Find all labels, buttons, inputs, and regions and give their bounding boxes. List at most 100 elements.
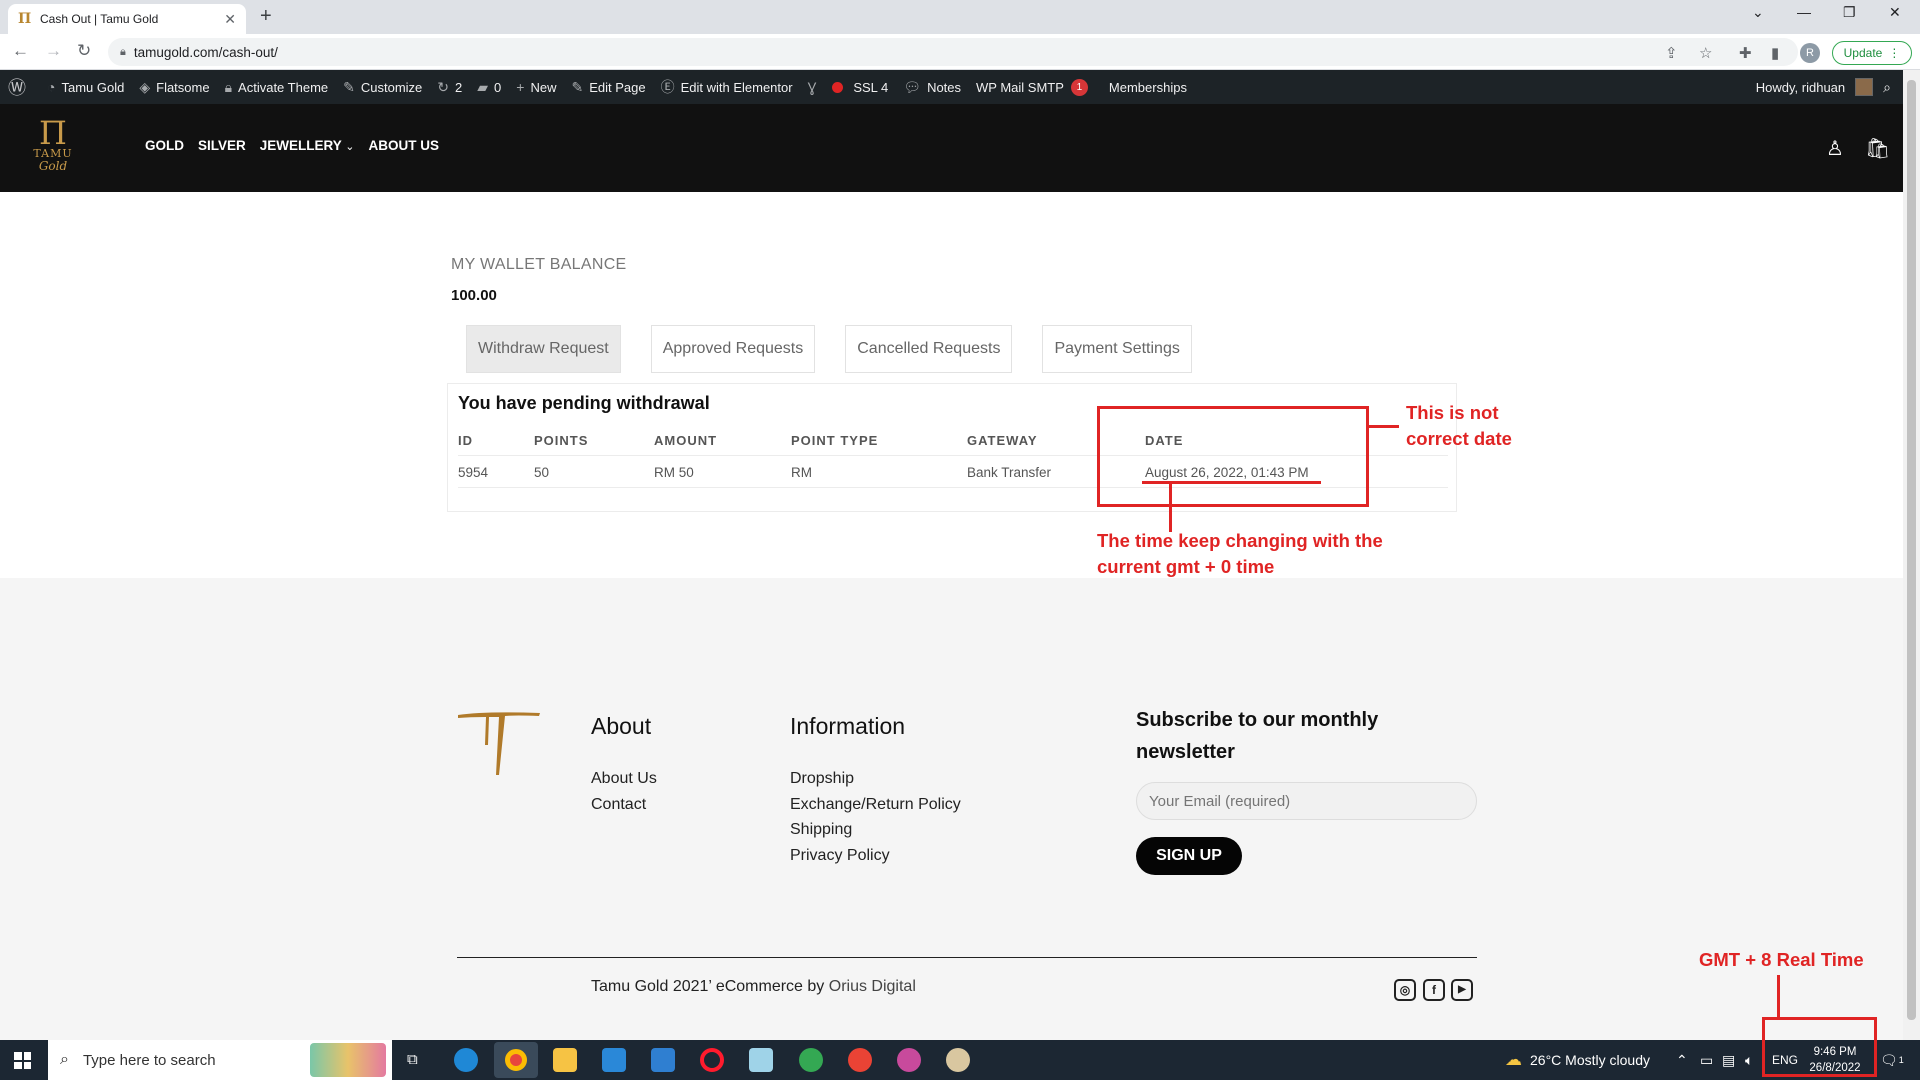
nav-silver[interactable]: SILVER xyxy=(198,138,246,153)
admin-item-label: Activate Theme xyxy=(238,79,329,95)
window-close-icon[interactable]: ✕ xyxy=(1889,4,1901,21)
search-icon[interactable]: ⌕ xyxy=(1883,79,1891,96)
chrome-profile-icon[interactable] xyxy=(897,1048,921,1072)
browser-tab-strip: Π Cash Out | Tamu Gold ✕ + ⌄ — ❐ ✕ xyxy=(0,0,1920,34)
facebook-icon[interactable]: f xyxy=(1423,979,1445,1001)
plus-icon: + xyxy=(516,79,525,95)
restore-icon[interactable]: ❐ xyxy=(1843,4,1856,21)
nav-jewellery[interactable]: JEWELLERY ⌄ xyxy=(260,138,355,153)
lock-icon: 🔒︎ xyxy=(120,45,126,58)
new-tab-icon[interactable]: + xyxy=(260,5,272,28)
account-icon[interactable]: ♙ xyxy=(1826,136,1844,161)
page-scrollbar[interactable] xyxy=(1903,70,1920,1040)
tray-chevron-icon[interactable]: ⌃ xyxy=(1676,1040,1688,1080)
nav-gold[interactable]: GOLD xyxy=(145,138,184,153)
notepad-icon[interactable] xyxy=(749,1048,773,1072)
col-amount: AMOUNT xyxy=(654,433,718,448)
col-id: ID xyxy=(458,433,473,448)
admin-item-yoast[interactable]: Ɣ xyxy=(808,79,854,95)
paint-icon[interactable] xyxy=(946,1048,970,1072)
notification-count: 1 xyxy=(1898,1055,1904,1065)
chrome-profile-icon[interactable] xyxy=(848,1048,872,1072)
address-bar[interactable]: 🔒︎ tamugold.com/cash-out/ xyxy=(108,38,1798,66)
nav-about-us[interactable]: ABOUT US xyxy=(369,138,440,153)
tab-approved-requests[interactable]: Approved Requests xyxy=(650,325,816,373)
side-panel-icon[interactable]: ▮ xyxy=(1771,44,1779,62)
update-button[interactable]: Update ⋮ xyxy=(1832,41,1912,65)
admin-account-menu[interactable]: Howdy, ridhuan ⌕ xyxy=(1756,70,1891,104)
footer-link-exchange-return[interactable]: Exchange/Return Policy xyxy=(790,796,961,814)
cart-icon[interactable]: 🛍︎ xyxy=(1865,136,1890,161)
tab-cancelled-requests[interactable]: Cancelled Requests xyxy=(845,325,1013,373)
admin-item-label: SSL 4 xyxy=(853,79,889,95)
task-view-icon[interactable]: ⧉ xyxy=(407,1051,418,1068)
orius-digital-link[interactable]: Orius Digital xyxy=(829,978,916,995)
annotation-not-correct: This is not correct date xyxy=(1406,402,1512,449)
admin-item-new[interactable]: + New xyxy=(516,79,556,95)
windows-start-icon[interactable] xyxy=(14,1052,31,1069)
tab-search-chevron-icon[interactable]: ⌄ xyxy=(1752,4,1764,21)
browser-tab[interactable]: Π Cash Out | Tamu Gold ✕ xyxy=(8,4,246,34)
comment-icon: ▰ xyxy=(477,78,489,95)
tab-payment-settings[interactable]: Payment Settings xyxy=(1042,325,1192,373)
microsoft-store-icon[interactable] xyxy=(602,1048,626,1072)
sign-up-button[interactable]: SIGN UP xyxy=(1136,837,1242,875)
forward-icon[interactable]: → xyxy=(45,41,62,61)
footer-link-shipping[interactable]: Shipping xyxy=(790,821,852,839)
footer-link-about-us[interactable]: About Us xyxy=(591,770,657,788)
close-tab-icon[interactable]: ✕ xyxy=(224,11,236,28)
notification-badge: 1 xyxy=(1070,78,1088,96)
footer-link-contact[interactable]: Contact xyxy=(591,796,646,814)
admin-item-notes[interactable]: 💬︎ Notes xyxy=(903,79,961,96)
notes-icon: 💬︎ xyxy=(903,78,922,95)
footer-link-dropship[interactable]: Dropship xyxy=(790,770,854,788)
update-label: Update xyxy=(1843,46,1883,60)
browser-toolbar: ← → ↻ 🔒︎ tamugold.com/cash-out/ ⇪ ☆ ✚ ▮ … xyxy=(0,34,1920,70)
admin-item-updates[interactable]: ↻ 2 xyxy=(437,79,462,96)
taskbar-search[interactable]: ⌕ Type here to search xyxy=(48,1040,392,1080)
admin-item-memberships[interactable]: Memberships xyxy=(1109,80,1187,95)
weather-widget[interactable]: ☁ 26°C Mostly cloudy xyxy=(1505,1040,1650,1080)
share-icon[interactable]: ⇪ xyxy=(1665,44,1678,62)
meet-now-icon[interactable]: ▭ xyxy=(1700,1040,1713,1080)
tamu-logo-mark-icon: Π xyxy=(39,114,67,152)
edge-icon[interactable] xyxy=(454,1048,478,1072)
instagram-icon[interactable]: ◎ xyxy=(1394,979,1416,1001)
admin-item-activate-theme[interactable]: 🔒︎ Activate Theme xyxy=(225,79,329,96)
mail-icon[interactable] xyxy=(651,1048,675,1072)
reload-icon[interactable]: ↻ xyxy=(77,41,91,61)
site-logo[interactable]: Π TAMU Gold xyxy=(28,114,78,180)
newsletter-email-input[interactable] xyxy=(1136,782,1477,820)
youtube-icon[interactable]: ▶ xyxy=(1451,979,1473,1001)
notification-center-icon[interactable]: 🗨︎ 1 xyxy=(1880,1040,1904,1080)
pencil-icon: ✎ xyxy=(571,78,584,95)
col-gateway: GATEWAY xyxy=(967,433,1038,448)
main-nav: GOLD SILVER JEWELLERY ⌄ ABOUT US xyxy=(145,138,439,153)
admin-item-edit-page[interactable]: ✎ Edit Page xyxy=(571,79,645,96)
bookmark-star-icon[interactable]: ☆ xyxy=(1699,44,1712,62)
admin-item-wp-mail-smtp[interactable]: WP Mail SMTP 1 xyxy=(976,78,1088,96)
admin-item-elementor[interactable]: Ⓔ Edit with Elementor xyxy=(661,77,793,97)
admin-item-site[interactable]: ◔ Tamu Gold xyxy=(47,79,124,95)
footer-link-privacy-policy[interactable]: Privacy Policy xyxy=(790,847,890,865)
tab-withdraw-request[interactable]: Withdraw Request xyxy=(466,325,621,373)
admin-item-ssl[interactable]: SSL 4 xyxy=(853,80,888,95)
extensions-icon[interactable]: ✚ xyxy=(1739,44,1752,62)
search-icon: ⌕ xyxy=(60,1051,69,1068)
minimize-icon[interactable]: — xyxy=(1797,4,1811,20)
opera-icon[interactable] xyxy=(700,1048,724,1072)
back-icon[interactable]: ← xyxy=(12,41,29,61)
chrome-profile-icon[interactable] xyxy=(799,1048,823,1072)
annotation-gmt-real-time: GMT + 8 Real Time xyxy=(1699,949,1864,970)
file-explorer-icon[interactable] xyxy=(553,1048,577,1072)
admin-item-comments[interactable]: ▰ 0 xyxy=(477,79,501,96)
admin-item-customize[interactable]: ✎ Customize xyxy=(343,79,422,96)
admin-item-flatsome[interactable]: ◈ Flatsome xyxy=(139,79,209,96)
volume-icon[interactable]: 🔈︎ xyxy=(1745,1040,1753,1080)
network-icon[interactable]: ▤ xyxy=(1722,1040,1735,1080)
scrollbar-thumb[interactable] xyxy=(1907,80,1916,1020)
admin-item-wordpress[interactable]: Ⓦ xyxy=(8,74,32,100)
wallet-title: MY WALLET BALANCE xyxy=(451,256,627,273)
profile-avatar[interactable]: R xyxy=(1800,43,1820,63)
footer-information-title: Information xyxy=(790,713,906,739)
